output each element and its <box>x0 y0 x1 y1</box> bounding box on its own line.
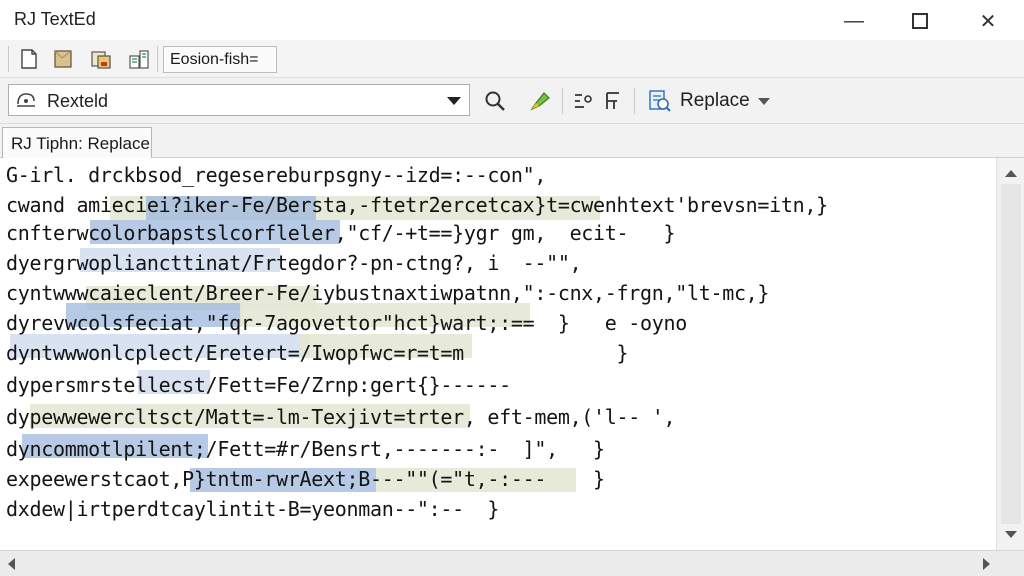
editor-line: dypersmrstellecst/Fett=Fe/Zrnp:gert{}---… <box>6 373 511 397</box>
new-file-icon[interactable] <box>18 48 40 70</box>
toolbar-separator <box>562 88 563 114</box>
highlight-icon[interactable] <box>528 89 552 113</box>
toolbar-grip <box>8 46 9 72</box>
chevron-down-icon[interactable] <box>757 97 770 105</box>
minimize-icon: — <box>844 9 864 32</box>
horizontal-scrollbar[interactable] <box>0 550 1024 576</box>
replace-button[interactable]: Replace <box>642 85 776 117</box>
save-file-icon[interactable] <box>90 48 112 70</box>
chevron-down-icon[interactable] <box>447 97 461 105</box>
replace-icon <box>649 90 671 112</box>
editor-line: cnfterwcolorbapstslcorfleler,"cf/-+t==}y… <box>6 221 676 245</box>
toolbar-separator <box>634 88 635 114</box>
editor-line: dyergrwopliancttinat/Frtegdor?-pn-ctng?,… <box>6 251 582 275</box>
find-icon[interactable] <box>483 89 507 113</box>
open-file-icon[interactable] <box>52 48 74 70</box>
maximize-button[interactable] <box>898 6 942 36</box>
encoding-combo[interactable]: Eosion-fish= <box>163 46 277 73</box>
close-icon: ✕ <box>979 10 997 33</box>
replace-button-label: Replace <box>680 90 750 111</box>
editor-line: cwand amieciei?iker-Fe/Bersta,-ftetr2erc… <box>6 193 828 217</box>
search-toolbar: Rexteld Replace <box>0 78 1024 124</box>
search-history-icon <box>17 93 35 107</box>
scroll-down-icon[interactable] <box>1005 531 1017 538</box>
editor-line: cyntwwwcaieclent/Breer-Fe/iybustnaxtiwpa… <box>6 281 770 305</box>
search-combo[interactable]: Rexteld <box>8 84 470 116</box>
scroll-thumb[interactable] <box>1001 184 1021 524</box>
editor-line: expeewerstcaot,P}tntm-rwrAext;B---""(="t… <box>6 467 605 491</box>
scroll-left-icon[interactable] <box>8 558 15 570</box>
vertical-scrollbar[interactable] <box>996 158 1024 550</box>
editor-line: dyncommotlpilent;/Fett=#r/Bensrt,-------… <box>6 437 605 461</box>
scroll-right-icon[interactable] <box>983 558 990 570</box>
text-editor[interactable]: G-irl. drckbsod_regesereburpsgny--izd=:-… <box>0 158 996 550</box>
editor-line: dyntwwwonlcplect/Eretert=/Iwopfwc=r=t=m … <box>6 341 629 365</box>
editor-line: G-irl. drckbsod_regesereburpsgny--izd=:-… <box>6 163 547 187</box>
title-bar: RJ TextEd — ✕ <box>0 0 1024 40</box>
document-tabs: RJ Tiphn: Replace <box>0 124 1024 159</box>
scroll-up-icon[interactable] <box>1005 170 1017 177</box>
window-title: RJ TextEd <box>14 9 96 29</box>
editor-line: dypewwewercltsct/Matt=-lm-Texjivt=trter,… <box>6 405 676 429</box>
find-options-icon[interactable] <box>572 89 596 113</box>
editor-line: dxdew|irtperdtcaylintit-B=yeonman--":-- … <box>6 497 500 521</box>
close-button[interactable]: ✕ <box>966 6 1010 36</box>
maximize-icon <box>912 13 928 29</box>
editor-line: dyrevwcolsfeciat,"fqr-7agovettor"hct}war… <box>6 311 687 335</box>
tab-replace[interactable]: RJ Tiphn: Replace <box>2 127 152 159</box>
toolbar-separator <box>157 46 158 72</box>
minimize-button[interactable]: — <box>832 6 876 36</box>
replace-mode-icon[interactable] <box>602 89 626 113</box>
main-toolbar: Eosion-fish= <box>0 40 1024 78</box>
compare-files-icon[interactable] <box>128 48 150 70</box>
search-combo-value: Rexteld <box>47 91 109 111</box>
